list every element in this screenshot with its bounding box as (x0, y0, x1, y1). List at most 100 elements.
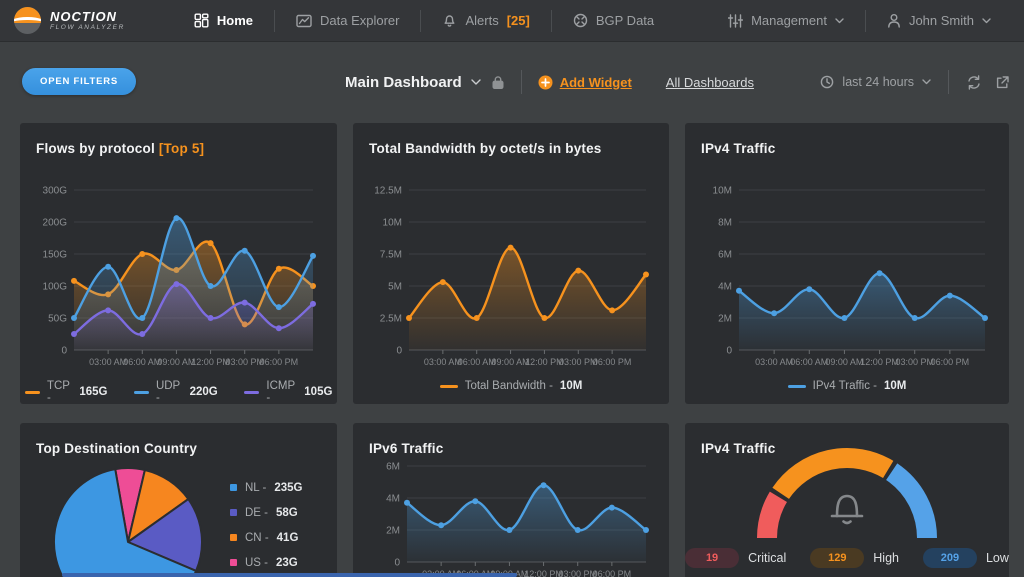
time-range-label: last 24 hours (842, 75, 914, 89)
nav-item-alerts[interactable]: Alerts [25] (421, 0, 550, 41)
legend-item-tcp[interactable]: TCP - 165G (25, 380, 108, 404)
user-menu[interactable]: John Smith (866, 0, 1012, 41)
time-range-selector[interactable]: last 24 hours (820, 75, 931, 89)
dashboard-title-group: Main Dashboard Add Widget All Dashboards (345, 60, 754, 104)
bell-icon (832, 496, 862, 523)
bell-icon (442, 13, 457, 28)
svg-text:2M: 2M (718, 314, 732, 325)
svg-text:5M: 5M (388, 282, 402, 293)
svg-text:06:00 PM: 06:00 PM (593, 569, 632, 577)
svg-text:06:00 AM: 06:00 AM (458, 357, 496, 367)
dashboard-title: Main Dashboard (345, 74, 462, 91)
svg-text:150G: 150G (43, 250, 68, 261)
svg-text:2.5M: 2.5M (380, 314, 402, 325)
brand-subtitle: FLOW ANALYZER (50, 25, 125, 32)
legend-swatch (440, 385, 458, 388)
svg-text:09:00 AM: 09:00 AM (157, 357, 195, 367)
nav-item-data-explorer[interactable]: Data Explorer (275, 0, 420, 41)
nav-item-label: Home (217, 13, 253, 28)
svg-text:12.5M: 12.5M (374, 186, 402, 197)
nav-item-home[interactable]: Home (173, 0, 274, 41)
total-bandwidth-chart[interactable]: 12.5M10M7.5M5M2.5M003:00 AM06:00 AM09:00… (369, 180, 654, 376)
open-in-new-icon[interactable] (995, 75, 1010, 90)
all-dashboards-link[interactable]: All Dashboards (666, 75, 754, 90)
flows-by-protocol-chart[interactable]: 300G200G150G100G50G003:00 AM06:00 AM09:0… (36, 180, 321, 376)
legend-item-total-bandwidth[interactable]: Total Bandwidth - 10M (440, 380, 583, 392)
svg-text:0: 0 (726, 346, 732, 357)
add-widget-button[interactable]: Add Widget (538, 75, 632, 90)
svg-text:0: 0 (61, 346, 67, 357)
legend-swatch (134, 391, 149, 394)
ipv6-traffic-chart[interactable]: 6M4M2M003:00 AM06:00 AM09:00 AM12:00 PM0… (369, 460, 654, 577)
legend-item-nl[interactable]: NL - 235G (230, 475, 302, 500)
partially-visible-element (62, 573, 517, 577)
legend-item-us[interactable]: US - 23G (230, 550, 302, 575)
widget-top-destination-country: Top Destination Country NL - 235G DE - 5… (20, 423, 337, 577)
widget-title: Top Destination Country (36, 441, 321, 456)
management-label: Management (751, 13, 827, 28)
svg-text:50G: 50G (48, 314, 67, 325)
svg-text:300G: 300G (43, 186, 68, 197)
nav-item-bgp-data[interactable]: BGP Data (552, 0, 675, 41)
alert-badges-row: 19 Critical 129 High 209 Low (685, 548, 1009, 568)
widget-total-bandwidth: Total Bandwidth by octet/s in bytes 12.5… (353, 123, 669, 404)
svg-text:2M: 2M (386, 526, 400, 537)
widget-title: IPv6 Traffic (369, 441, 653, 456)
svg-text:12:00 PM: 12:00 PM (191, 357, 230, 367)
svg-text:6M: 6M (386, 462, 400, 473)
svg-text:4M: 4M (386, 494, 400, 505)
dashboard-selector[interactable]: Main Dashboard (345, 74, 481, 91)
user-name: John Smith (909, 13, 974, 28)
svg-text:03:00 AM: 03:00 AM (89, 357, 127, 367)
low-count-pill: 209 (923, 548, 977, 568)
ipv4-traffic-chart[interactable]: 10M8M6M4M2M003:00 AM06:00 AM09:00 AM12:0… (701, 180, 993, 376)
legend-item-icmp[interactable]: ICMP - 105G (244, 380, 333, 404)
svg-text:06:00 AM: 06:00 AM (790, 357, 828, 367)
legend-item-cn[interactable]: CN - 41G (230, 525, 302, 550)
chevron-down-icon (835, 18, 844, 24)
bgp-globe-icon (573, 13, 588, 28)
legend-swatch (25, 391, 40, 394)
svg-text:03:00 PM: 03:00 PM (225, 357, 264, 367)
legend-swatch (230, 559, 237, 566)
widget-ipv4-traffic: IPv4 Traffic 10M8M6M4M2M003:00 AM06:00 A… (685, 123, 1009, 404)
chart-legend: IPv4 Traffic - 10M (701, 380, 993, 392)
svg-text:03:00 PM: 03:00 PM (558, 569, 597, 577)
badge-low: 209 Low (923, 548, 1009, 568)
lock-icon[interactable] (491, 75, 505, 90)
top-nav: NOCTION FLOW ANALYZER Home Data Explorer… (0, 0, 1024, 42)
widget-title: IPv4 Traffic (701, 141, 993, 156)
toolbar-divider (948, 70, 949, 94)
time-range-group: last 24 hours (820, 60, 1010, 104)
svg-text:0: 0 (396, 346, 402, 357)
open-filters-button[interactable]: OPEN FILTERS (22, 68, 136, 95)
chevron-down-icon (922, 79, 931, 85)
legend-item-udp[interactable]: UDP - 220G (134, 380, 218, 404)
chevron-down-icon (471, 79, 481, 86)
legend-swatch (230, 484, 237, 491)
legend-item-de[interactable]: DE - 58G (230, 500, 302, 525)
svg-text:6M: 6M (718, 250, 732, 261)
svg-text:06:00 PM: 06:00 PM (593, 357, 632, 367)
alerts-count-badge: [25] (507, 13, 530, 28)
refresh-icon[interactable] (966, 75, 982, 90)
svg-text:12:00 PM: 12:00 PM (525, 357, 564, 367)
chart-legend: TCP - 165G UDP - 220G ICMP - 105G (36, 380, 321, 404)
badge-label: Critical (748, 551, 786, 565)
nav-item-label: Alerts (465, 13, 498, 28)
svg-text:06:00 AM: 06:00 AM (123, 357, 161, 367)
widget-ipv6-traffic: IPv6 Traffic 6M4M2M003:00 AM06:00 AM09:0… (353, 423, 669, 577)
svg-text:06:00 PM: 06:00 PM (931, 357, 970, 367)
svg-text:12:00 PM: 12:00 PM (524, 569, 563, 577)
brand-logo[interactable]: NOCTION FLOW ANALYZER (14, 7, 125, 34)
svg-text:09:00 AM: 09:00 AM (492, 357, 530, 367)
badge-label: High (873, 551, 899, 565)
widget-flows-by-protocol: Flows by protocol [Top 5] 300G200G150G10… (20, 123, 337, 404)
critical-count-pill: 19 (685, 548, 739, 568)
legend-item-ipv4[interactable]: IPv4 Traffic - 10M (788, 380, 907, 392)
svg-text:7.5M: 7.5M (380, 250, 402, 261)
nav-menu: Home Data Explorer Alerts [25] BGP Data (173, 0, 675, 41)
management-menu[interactable]: Management (707, 0, 865, 41)
svg-text:10M: 10M (383, 218, 402, 229)
svg-text:06:00 PM: 06:00 PM (260, 357, 299, 367)
